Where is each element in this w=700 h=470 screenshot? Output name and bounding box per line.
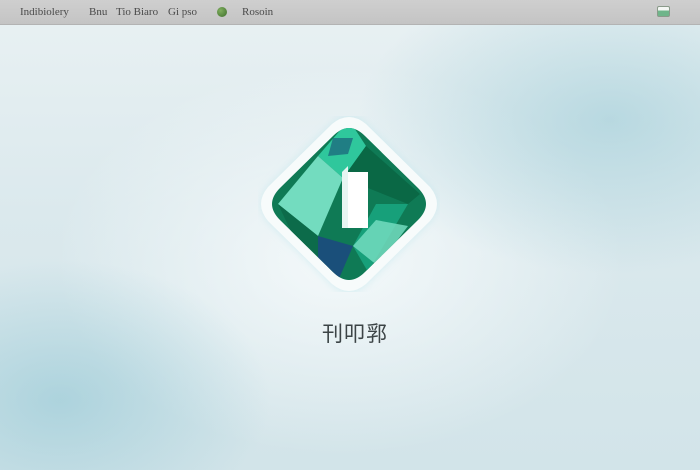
- splash-caption: 刊叩郛: [322, 322, 388, 346]
- menu-item-4[interactable]: Gi pso: [168, 6, 197, 19]
- splash-screen: Indibiolery Bnu Tio Biaro Gi pso Rosoin: [0, 0, 700, 470]
- menu-item-5[interactable]: Rosoin: [242, 6, 273, 19]
- menu-item-2[interactable]: Bnu: [89, 6, 107, 19]
- top-menu-bar: Indibiolery Bnu Tio Biaro Gi pso Rosoin: [0, 0, 700, 25]
- green-diamond-logo-icon: [261, 116, 437, 292]
- status-dot-icon: [217, 7, 227, 17]
- menu-item-1[interactable]: Indibiolery: [20, 6, 69, 19]
- battery-icon[interactable]: [657, 6, 670, 17]
- menu-item-3[interactable]: Tio Biaro: [116, 6, 158, 19]
